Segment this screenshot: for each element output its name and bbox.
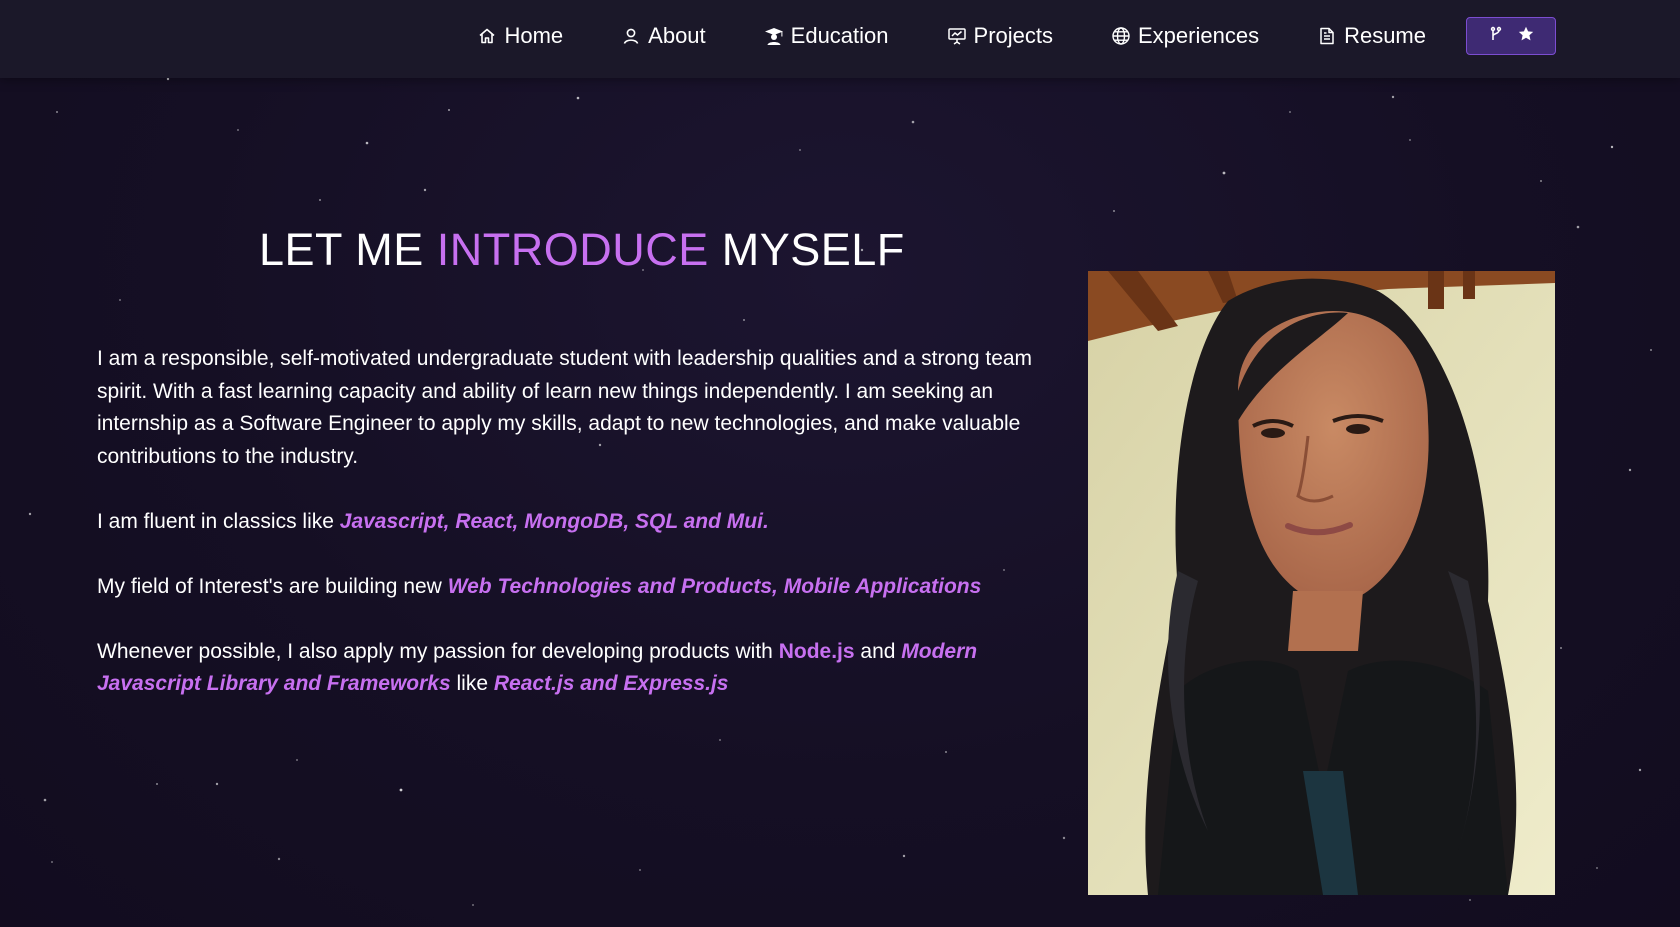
page: Home About Education Projects Experience…	[0, 0, 1680, 927]
nav-item-label: Resume	[1344, 23, 1426, 48]
heading-part1: LET ME	[259, 224, 437, 275]
nav-item-label: Home	[504, 23, 564, 48]
passion-paragraph: Whenever possible, I also apply my passi…	[97, 636, 1057, 701]
nav-item-education[interactable]: Education	[764, 23, 889, 49]
nav-item-label: About	[648, 23, 706, 48]
git-fork-icon	[1488, 26, 1504, 47]
nav-item-projects[interactable]: Projects	[947, 23, 1053, 49]
interest-paragraph: My field of Interest's are building new …	[97, 571, 1057, 604]
interest-lead: My field of Interest's are building new	[97, 574, 448, 598]
nav-item-label: Education	[790, 23, 889, 48]
globe-icon	[1111, 26, 1131, 46]
interest-highlight: Web Technologies and Products, Mobile Ap…	[447, 574, 982, 598]
document-icon	[1317, 26, 1337, 46]
intro-heading: LET ME INTRODUCE MYSELF	[259, 220, 905, 280]
star-icon	[1518, 26, 1534, 47]
github-fork-star-button[interactable]	[1466, 17, 1556, 55]
nav-item-home[interactable]: Home	[477, 23, 563, 49]
presentation-icon	[947, 26, 967, 46]
nav-item-label: Experiences	[1138, 23, 1260, 48]
intro-body: I am a responsible, self-motivated under…	[97, 343, 1057, 733]
classics-lead: I am fluent in classics like	[97, 509, 340, 533]
profile-photo	[1088, 271, 1555, 895]
nav-item-label: Projects	[973, 23, 1053, 48]
nav-list: Home About Education Projects Experience…	[477, 0, 1556, 72]
nav-item-experiences[interactable]: Experiences	[1111, 23, 1259, 49]
heading-accent: INTRODUCE	[436, 224, 709, 275]
user-icon	[621, 26, 641, 46]
classics-highlight: Javascript, React, MongoDB, SQL and Mui.	[339, 509, 769, 533]
passion-and: and	[854, 639, 902, 663]
intro-paragraph: I am a responsible, self-motivated under…	[97, 347, 1033, 468]
heading-part2: MYSELF	[708, 224, 905, 275]
navbar: Home About Education Projects Experience…	[0, 0, 1680, 78]
home-icon	[477, 26, 497, 46]
passion-lead: Whenever possible, I also apply my passi…	[97, 639, 779, 663]
nav-item-resume[interactable]: Resume	[1317, 23, 1426, 49]
graduation-icon	[764, 26, 784, 46]
passion-node-highlight: Node.js	[778, 639, 855, 663]
classics-paragraph: I am fluent in classics like Javascript,…	[97, 506, 1057, 539]
passion-like: like	[450, 672, 494, 695]
passion-react-highlight: React.js and Express.js	[493, 672, 729, 695]
nav-item-about[interactable]: About	[621, 23, 706, 49]
